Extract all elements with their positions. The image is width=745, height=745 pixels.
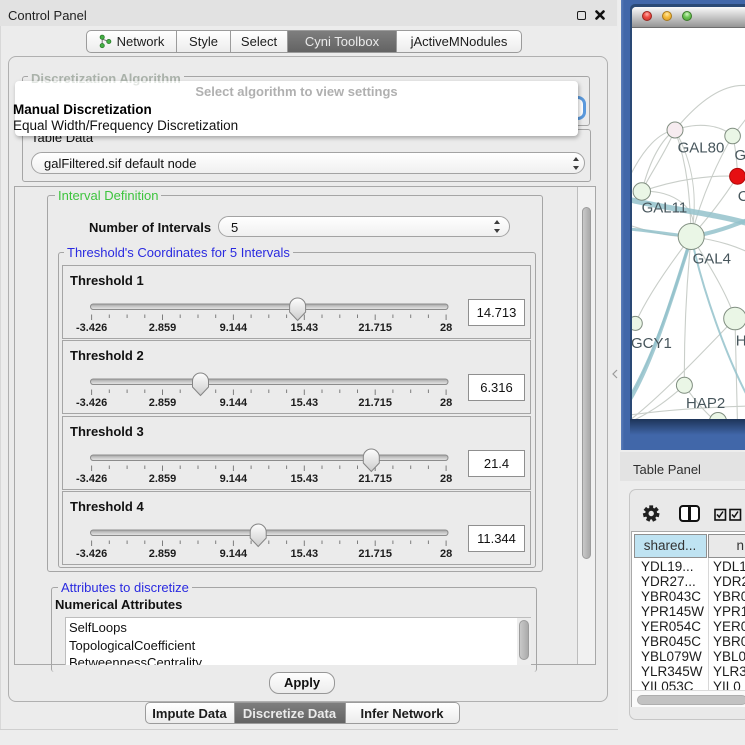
svg-text:GAL11: GAL11 — [642, 199, 688, 216]
svg-text:H: H — [736, 332, 745, 349]
svg-text:C: C — [738, 188, 745, 205]
svg-text:GA: GA — [735, 147, 745, 164]
svg-text:GAL4: GAL4 — [693, 250, 731, 267]
svg-text:GAL80: GAL80 — [678, 139, 725, 156]
svg-text:HAP2: HAP2 — [686, 395, 725, 412]
svg-text:GCY1: GCY1 — [632, 335, 672, 352]
